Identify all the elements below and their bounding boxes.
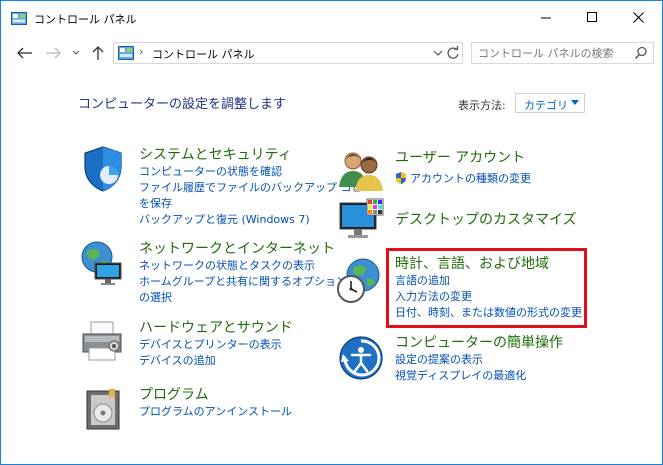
page-title: コンピューターの設定を調整します (78, 97, 287, 112)
navigation-bar: › コントロール パネル (1, 35, 662, 71)
category-title-programs[interactable]: プログラム (139, 384, 209, 404)
link-change-account-type-label[interactable]: アカウントの種類の変更 (410, 172, 531, 185)
link-file-history-backup-cont[interactable]: を保存 (139, 196, 172, 212)
address-bar[interactable]: › コントロール パネル (113, 42, 463, 64)
search-box[interactable] (471, 42, 654, 64)
view-by-value[interactable]: カテゴリ (524, 97, 568, 113)
caret-down-icon (571, 100, 579, 105)
category-title-system-security[interactable]: システムとセキュリティ (139, 144, 292, 164)
maximize-button[interactable] (569, 1, 615, 33)
link-homegroup-sharing[interactable]: ホームグループと共有に関するオプション (139, 274, 347, 290)
category-title-network-internet[interactable]: ネットワークとインターネット (139, 238, 335, 258)
link-backup-restore[interactable]: バックアップと復元 (Windows 7) (139, 212, 310, 228)
programs-box-icon (86, 389, 120, 430)
users-icon (339, 152, 383, 191)
chevron-down-icon (433, 50, 443, 56)
refresh-button[interactable] (445, 45, 461, 61)
back-button[interactable] (15, 43, 35, 63)
link-network-status-tasks[interactable]: ネットワークの状態とタスクの表示 (139, 258, 315, 274)
up-button[interactable] (88, 43, 108, 63)
search-icon[interactable] (634, 46, 648, 60)
control-panel-icon (11, 12, 27, 25)
minimize-icon (540, 17, 551, 18)
forward-button[interactable] (43, 43, 63, 63)
network-globe-icon (81, 241, 122, 285)
view-by-label: 表示方法: (458, 99, 506, 112)
link-devices-printers[interactable]: デバイスとプリンターの表示 (139, 337, 282, 353)
link-change-account-type[interactable]: アカウントの種類の変更 (395, 171, 531, 187)
security-shield-icon (84, 146, 122, 192)
view-by-select[interactable]: カテゴリ (515, 93, 585, 113)
link-uninstall-program[interactable]: プログラムのアンインストール (139, 404, 292, 420)
link-optimize-visual-display[interactable]: 視覚ディスプレイの最適化 (395, 368, 526, 384)
link-add-device[interactable]: デバイスの追加 (139, 353, 216, 369)
search-input[interactable] (478, 45, 628, 61)
address-dropdown-button[interactable] (432, 45, 444, 61)
recent-locations-button[interactable] (69, 43, 83, 63)
refresh-icon (447, 46, 459, 59)
highlight-box (386, 248, 587, 328)
control-panel-icon (118, 46, 134, 60)
uac-shield-icon (396, 172, 406, 184)
category-title-hardware-sound[interactable]: ハードウェアとサウンド (139, 317, 293, 337)
link-suggested-settings[interactable]: 設定の提案の表示 (395, 352, 483, 368)
minimize-button[interactable] (523, 1, 569, 33)
ease-of-access-icon (339, 336, 383, 380)
desktop-monitor-icon (339, 198, 384, 238)
link-check-computer-status[interactable]: コンピューターの状態を確認 (139, 164, 282, 180)
breadcrumb-separator[interactable]: › (139, 45, 143, 58)
close-button[interactable] (615, 1, 661, 33)
arrow-left-icon (17, 47, 32, 59)
control-panel-window: コントロール パネル › コントロール パネル コントロール パネルの検索 コン… (0, 0, 663, 465)
printer-icon (82, 321, 122, 361)
maximize-icon (586, 11, 597, 22)
category-title-user-accounts[interactable]: ユーザー アカウント (395, 147, 525, 167)
clock-globe-icon (337, 258, 380, 303)
chevron-down-icon (72, 50, 80, 55)
link-homegroup-sharing-cont[interactable]: の選択 (139, 290, 172, 306)
title-bar: コントロール パネル (1, 1, 662, 35)
category-title-ease-of-access[interactable]: コンピューターの簡単操作 (395, 332, 563, 352)
arrow-up-icon (92, 46, 104, 60)
category-title-appearance[interactable]: デスクトップのカスタマイズ (395, 209, 577, 229)
breadcrumb-control-panel[interactable]: コントロール パネル (152, 46, 255, 62)
close-icon (632, 11, 644, 23)
window-title: コントロール パネル (34, 13, 137, 26)
arrow-right-icon (46, 47, 61, 59)
